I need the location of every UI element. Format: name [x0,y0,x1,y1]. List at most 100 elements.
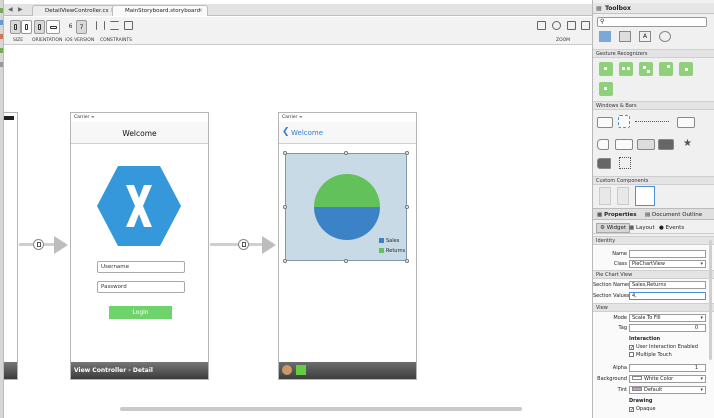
segue-icon[interactable] [238,239,249,250]
tag-stepper[interactable]: 0 [629,324,706,332]
toolbox-search-input[interactable]: ⚲ [597,17,707,27]
class-combo[interactable]: PieChartView [629,260,706,268]
constraints-label: CONSTRAINTS [100,38,132,43]
tab-document-outline[interactable]: ▤ Document Outline [645,210,702,220]
status-bar: Carrier ≈ [279,113,416,122]
segue-icon[interactable] [33,239,44,250]
toolbar-bar-icon[interactable] [677,117,695,128]
password-field[interactable]: Password [97,281,185,293]
portrait-icon [38,24,41,30]
ios-version-6-button[interactable]: 6 [65,20,76,34]
slider-item-icon[interactable] [635,121,669,123]
legend-swatch [379,238,384,243]
image-view-icon[interactable] [659,31,671,42]
star-icon[interactable]: ★ [683,138,692,149]
tag-value: 0 [694,325,698,331]
section-windows-and-bars[interactable]: Windows & Bars [593,101,714,110]
pie-chart-component-icon[interactable] [635,186,655,206]
tab-properties[interactable]: ▦ Properties [597,210,637,220]
zoom-fit-icon[interactable] [537,21,546,30]
pie-chart-view[interactable]: Sales Returns [285,153,407,261]
pan-gesture-icon[interactable] [679,62,693,76]
class-label: Class [613,261,627,267]
back-chevron-icon[interactable]: ❮ [282,127,290,137]
custom-component-icon[interactable] [599,187,611,205]
size-iphone-tall-button[interactable] [21,20,32,34]
size-iphone-button[interactable] [10,20,21,34]
table-view-icon[interactable] [599,31,611,42]
tab-layout[interactable]: ▦ Layout [629,223,655,233]
constraint-horizontal-icon[interactable] [96,21,105,30]
toolbar-item-icon[interactable] [619,31,631,42]
multiple-touch-label: Multiple Touch [636,352,672,358]
tab-detail-view-controller[interactable]: DetailViewController.cs× [32,5,120,16]
view-controller-icon[interactable] [296,364,307,375]
rotation-gesture-icon[interactable] [639,62,653,76]
close-icon[interactable]: × [198,6,203,16]
section-custom-components[interactable]: Custom Components [593,176,714,185]
orientation-landscape-button[interactable] [46,20,60,34]
resize-handle[interactable] [405,259,409,263]
tab-bar-item-icon[interactable] [658,139,674,150]
resize-handle[interactable] [283,259,287,263]
scene-view-controller-detail[interactable]: Carrier ≈ Welcome Username Password Logi… [70,112,209,380]
zoom-out-icon[interactable] [567,21,576,30]
constraint-vertical-icon[interactable] [110,21,119,30]
resize-handle[interactable] [344,259,348,263]
alpha-stepper[interactable]: 1 [629,364,706,372]
back-arrow-icon[interactable]: ◀ [8,6,13,13]
constraint-add-icon[interactable] [124,21,133,30]
background-combo[interactable]: White Color [629,375,706,383]
properties-scrollbar[interactable] [709,240,712,360]
user-interaction-checkbox[interactable]: ✓ User Interaction Enabled [629,344,698,351]
text-view-icon[interactable]: A [639,31,651,42]
flexible-space-icon[interactable] [619,157,631,169]
horizontal-scrollbar[interactable] [120,407,522,411]
mode-value: Scale To Fill [632,315,661,321]
resize-handle[interactable] [405,151,409,155]
login-button[interactable]: Login [109,306,172,319]
resize-handle[interactable] [405,205,409,209]
segmented-item-icon[interactable] [637,139,655,150]
navigation-bar[interactable]: Welcome [71,122,208,144]
navigation-bar-item-icon[interactable] [597,117,613,128]
bar-button-item-icon[interactable] [597,158,611,169]
toolbox-icon: ▦ [596,5,602,12]
custom-component-icon[interactable] [617,187,629,205]
resize-handle[interactable] [344,151,348,155]
resize-handle[interactable] [283,205,287,209]
back-button-label[interactable]: Welcome [291,129,323,137]
opaque-label: Opaque [636,406,656,412]
back-button-item-icon[interactable] [597,139,609,150]
storyboard-canvas[interactable]: Carrier ≈ Welcome Username Password Logi… [4,45,592,413]
name-input[interactable] [629,250,706,258]
opaque-checkbox[interactable]: ✓ Opaque [629,406,656,413]
section-names-input[interactable]: Sales,Returns [629,281,706,289]
offscreen-scene[interactable] [4,112,18,380]
tab-main-storyboard[interactable]: MainStoryboard.storyboard × [112,5,208,16]
multiple-touch-checkbox[interactable]: Multiple Touch [629,352,672,358]
username-field[interactable]: Username [97,261,185,273]
navigation-bar[interactable]: ❮ Welcome [279,122,416,144]
toolbox-title: ▦ Toolbox [593,3,714,14]
pinch-gesture-icon[interactable] [619,62,633,76]
orientation-portrait-button[interactable] [34,20,45,34]
section-gesture-recognizers[interactable]: Gesture Recognizers [593,49,714,58]
search-bar-item-icon[interactable] [615,139,633,150]
tint-combo[interactable]: Default [629,386,706,394]
resize-handle[interactable] [283,151,287,155]
long-press-gesture-icon[interactable] [599,82,613,96]
tap-gesture-icon[interactable] [599,62,613,76]
mode-combo[interactable]: Scale To Fill [629,314,706,322]
ios-version-7-button[interactable]: 7 [76,20,87,34]
view-item-icon[interactable] [618,115,630,128]
tab-widget[interactable]: ⚙ Widget [596,223,631,233]
section-values-input[interactable]: 4, [629,292,706,300]
tab-events[interactable]: ● Events [659,223,684,233]
first-responder-icon[interactable] [282,364,292,375]
zoom-in-icon[interactable] [581,21,590,30]
zoom-reset-icon[interactable] [552,21,561,30]
forward-arrow-icon[interactable]: ▶ [18,6,23,13]
scene-pie-chart[interactable]: Carrier ≈ ❮ Welcome Sales Returns [278,112,417,380]
swipe-gesture-icon[interactable] [659,62,673,76]
